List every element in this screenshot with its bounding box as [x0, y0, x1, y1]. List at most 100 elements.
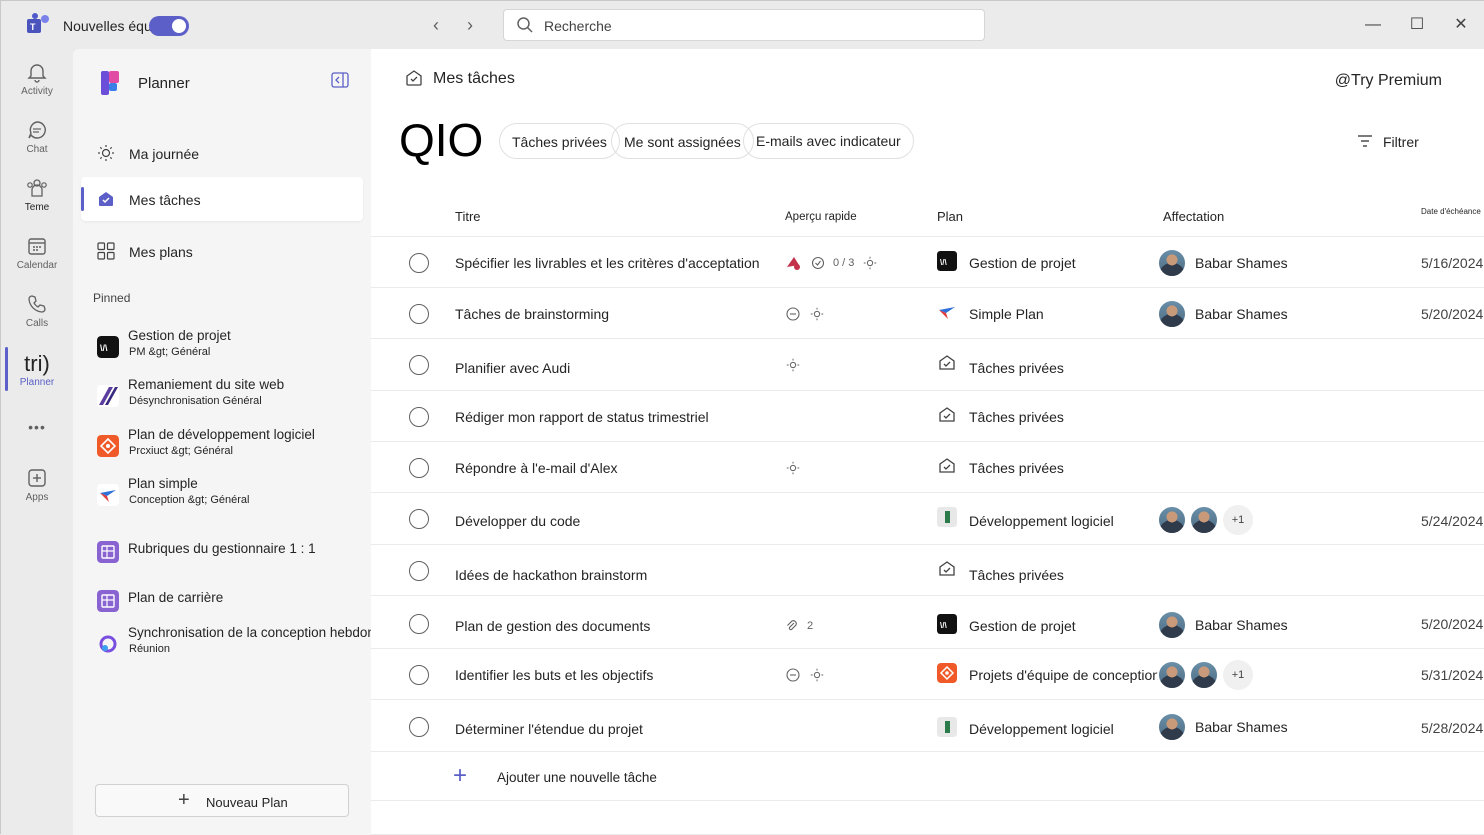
column-header-title[interactable]: Titre	[455, 209, 481, 224]
nav-item-my-day[interactable]: Ma journée	[81, 131, 363, 175]
close-button[interactable]: ✕	[1447, 11, 1475, 39]
task-title[interactable]: Répondre à l'e-mail d'Alex	[455, 460, 618, 476]
plan-name[interactable]: Développement logiciel	[969, 513, 1114, 529]
plan-name[interactable]: Tâches privées	[969, 567, 1064, 583]
due-date[interactable]: 5/24/2024	[1421, 513, 1483, 529]
plan-name[interactable]: Développement logiciel	[969, 721, 1114, 737]
nav-item-my-tasks[interactable]: Mes tâches	[81, 177, 363, 221]
bell-icon	[27, 64, 47, 83]
add-task-label[interactable]: Ajouter une nouvelle tâche	[497, 770, 657, 785]
rail-item-planner[interactable]: tri) Planner	[1, 351, 73, 405]
my-day-icon	[810, 307, 824, 321]
due-date[interactable]: 5/28/2024	[1421, 720, 1483, 736]
assignee-name: Babar Shames	[1195, 719, 1288, 735]
column-header-preview[interactable]: Aperçu rapide	[785, 211, 857, 223]
plan-name[interactable]: Tâches privées	[969, 360, 1064, 376]
grid-icon	[97, 242, 115, 260]
table-row[interactable]: Planifier avec Audi Tâches privées	[371, 338, 1484, 390]
assignment[interactable]: Babar Shames	[1157, 248, 1288, 278]
filter-pill-flagged-emails[interactable]: E-mails avec indicateur	[743, 123, 914, 159]
column-header-assignment[interactable]: Affectation	[1163, 209, 1224, 224]
table-row[interactable]: Tâches de brainstorming Simple Plan Baba…	[371, 287, 1484, 338]
filter-pill-private-tasks[interactable]: Tâches privées	[499, 123, 620, 159]
table-row[interactable]: Déterminer l'étendue du projet Développe…	[371, 699, 1484, 751]
task-title[interactable]: Tâches de brainstorming	[455, 306, 609, 322]
main-panel: Mes tâches @Try Premium QIO Tâches privé…	[371, 49, 1484, 834]
task-title[interactable]: Déterminer l'étendue du projet	[455, 721, 643, 737]
pinned-plan-item[interactable]: Plan de développement logiciel Prcxiuct …	[81, 427, 363, 471]
due-date[interactable]: 5/20/2024	[1421, 306, 1483, 322]
pinned-plan-title: Rubriques du gestionnaire 1 : 1	[128, 541, 316, 556]
rail-item-apps[interactable]: Apps	[1, 467, 73, 521]
task-title[interactable]: Plan de gestion des documents	[455, 618, 650, 634]
table-row[interactable]: Idées de hackathon brainstorm Tâches pri…	[371, 544, 1484, 595]
table-row[interactable]: Rédiger mon rapport de status trimestrie…	[371, 390, 1484, 441]
rail-item-calls[interactable]: Calls	[1, 293, 73, 347]
pinned-plan-item[interactable]: Rubriques du gestionnaire 1 : 1	[81, 533, 363, 577]
pinned-plan-item[interactable]: Synchronisation de la conception hebdoma…	[81, 625, 416, 669]
table-row[interactable]: Plan de gestion des documents 2 \/\ Gest…	[371, 595, 1484, 646]
plan-name[interactable]: Simple Plan	[969, 306, 1044, 322]
due-date[interactable]: 5/16/2024	[1421, 255, 1483, 271]
filter-pill-assigned-to-me[interactable]: Me sont assignées	[611, 123, 754, 159]
due-date[interactable]: 5/31/2024	[1421, 667, 1483, 683]
task-title[interactable]: Idées de hackathon brainstorm	[455, 567, 647, 583]
rail-label: Calendar	[16, 260, 58, 271]
new-plan-label: Nouveau Plan	[206, 795, 288, 810]
complete-checkbox[interactable]	[409, 253, 429, 273]
rail-item-activity[interactable]: Activity	[1, 61, 73, 115]
complete-checkbox[interactable]	[409, 665, 429, 685]
pinned-plan-item[interactable]: Plan de carrière	[81, 582, 363, 626]
table-row[interactable]: Spécifier les livrables et les critères …	[371, 236, 1484, 287]
task-title[interactable]: Développer du code	[455, 513, 580, 529]
nav-item-my-plans[interactable]: Mes plans	[81, 229, 363, 273]
rail-item-chat[interactable]: Chat	[1, 119, 73, 173]
table-row[interactable]: Répondre à l'e-mail d'Alex Tâches privée…	[371, 441, 1484, 492]
task-title[interactable]: Rédiger mon rapport de status trimestrie…	[455, 409, 709, 425]
new-teams-toggle[interactable]	[149, 16, 189, 36]
assignment[interactable]: Babar Shames	[1157, 712, 1288, 742]
complete-checkbox[interactable]	[409, 614, 429, 634]
private-tasks-icon	[939, 561, 955, 576]
back-button[interactable]: ‹	[425, 14, 447, 36]
maximize-button[interactable]: ☐	[1403, 11, 1431, 39]
assignment[interactable]: Babar Shames	[1157, 299, 1288, 329]
complete-checkbox[interactable]	[409, 717, 429, 737]
due-date[interactable]: 5/20/2024	[1421, 616, 1483, 632]
assignment[interactable]: Babar Shames	[1157, 610, 1288, 640]
complete-checkbox[interactable]	[409, 458, 429, 478]
plan-name[interactable]: Gestion de projet	[969, 255, 1076, 271]
column-header-plan[interactable]: Plan	[937, 209, 963, 224]
column-header-due-date[interactable]: Date d'échéance	[1421, 207, 1481, 216]
pinned-plan-item[interactable]: \/\ Gestion de projet PM &gt; Général	[81, 328, 363, 372]
filter-button[interactable]: Filtrer	[1357, 132, 1437, 152]
complete-checkbox[interactable]	[409, 561, 429, 581]
collapse-sidebar-icon[interactable]	[331, 72, 349, 88]
complete-checkbox[interactable]	[409, 407, 429, 427]
pinned-plan-item[interactable]: Remaniement du site web Désynchronisatio…	[81, 377, 363, 421]
table-row[interactable]: Développer du code Développement logicie…	[371, 492, 1484, 544]
pinned-plan-item[interactable]: Plan simple Conception &gt; Général	[81, 476, 363, 520]
plan-name[interactable]: Tâches privées	[969, 460, 1064, 476]
rail-item-teams[interactable]: Teme	[1, 177, 73, 231]
complete-checkbox[interactable]	[409, 304, 429, 324]
add-task-row[interactable]: + Ajouter une nouvelle tâche	[371, 751, 1484, 801]
rail-item-more[interactable]: •••	[1, 419, 73, 473]
assignment[interactable]: +1	[1157, 660, 1253, 690]
plan-name[interactable]: Projets d'équipe de conception	[969, 667, 1160, 683]
plan-name[interactable]: Gestion de projet	[969, 618, 1076, 634]
task-title[interactable]: Planifier avec Audi	[455, 360, 570, 376]
forward-button[interactable]: ›	[459, 14, 481, 36]
plan-name[interactable]: Tâches privées	[969, 409, 1064, 425]
new-plan-button[interactable]: + Nouveau Plan	[95, 784, 349, 817]
search-box[interactable]: Recherche	[503, 9, 985, 41]
task-title[interactable]: Spécifier les livrables et les critères …	[455, 255, 760, 271]
try-premium-link[interactable]: @Try Premium	[1335, 72, 1442, 90]
minimize-button[interactable]: —	[1359, 11, 1387, 39]
table-row[interactable]: Identifier les buts et les objectifs Pro…	[371, 648, 1484, 699]
assignment[interactable]: +1	[1157, 505, 1253, 535]
complete-checkbox[interactable]	[409, 355, 429, 375]
task-title[interactable]: Identifier les buts et les objectifs	[455, 667, 653, 683]
rail-item-calendar[interactable]: Calendar	[1, 235, 73, 289]
complete-checkbox[interactable]	[409, 509, 429, 529]
